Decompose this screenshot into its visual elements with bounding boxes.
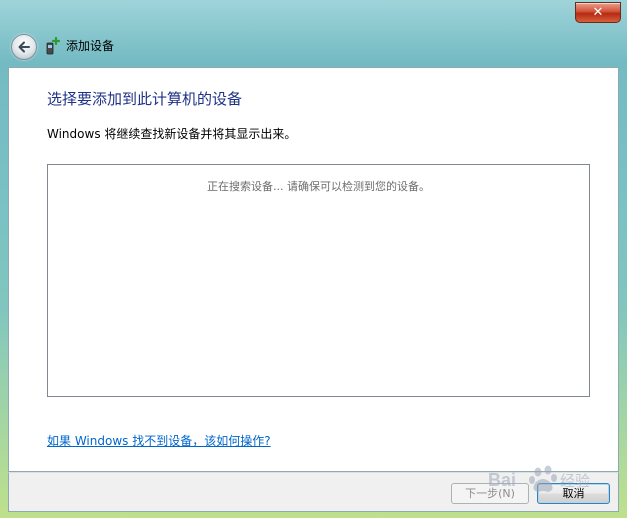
back-arrow-icon	[18, 41, 30, 53]
wizard-content: 选择要添加到此计算机的设备 Windows 将继续查找新设备并将其显示出来。 正…	[8, 67, 619, 472]
help-link[interactable]: 如果 Windows 找不到设备，该如何操作?	[47, 433, 271, 449]
wizard-footer: 下一步(N) 取消	[8, 472, 619, 512]
next-button[interactable]: 下一步(N)	[451, 483, 529, 504]
page-description: Windows 将继续查找新设备并将其显示出来。	[47, 127, 297, 141]
close-button[interactable]: ✕	[575, 2, 621, 23]
add-device-icon	[46, 37, 61, 55]
window-title: 添加设备	[66, 39, 115, 53]
page-heading: 选择要添加到此计算机的设备	[47, 90, 243, 108]
device-list[interactable]: 正在搜索设备... 请确保可以检测到您的设备。	[47, 164, 590, 397]
close-icon: ✕	[592, 5, 604, 20]
back-button[interactable]	[11, 34, 37, 60]
searching-status: 正在搜索设备... 请确保可以检测到您的设备。	[207, 180, 430, 193]
cancel-button[interactable]: 取消	[537, 483, 610, 504]
